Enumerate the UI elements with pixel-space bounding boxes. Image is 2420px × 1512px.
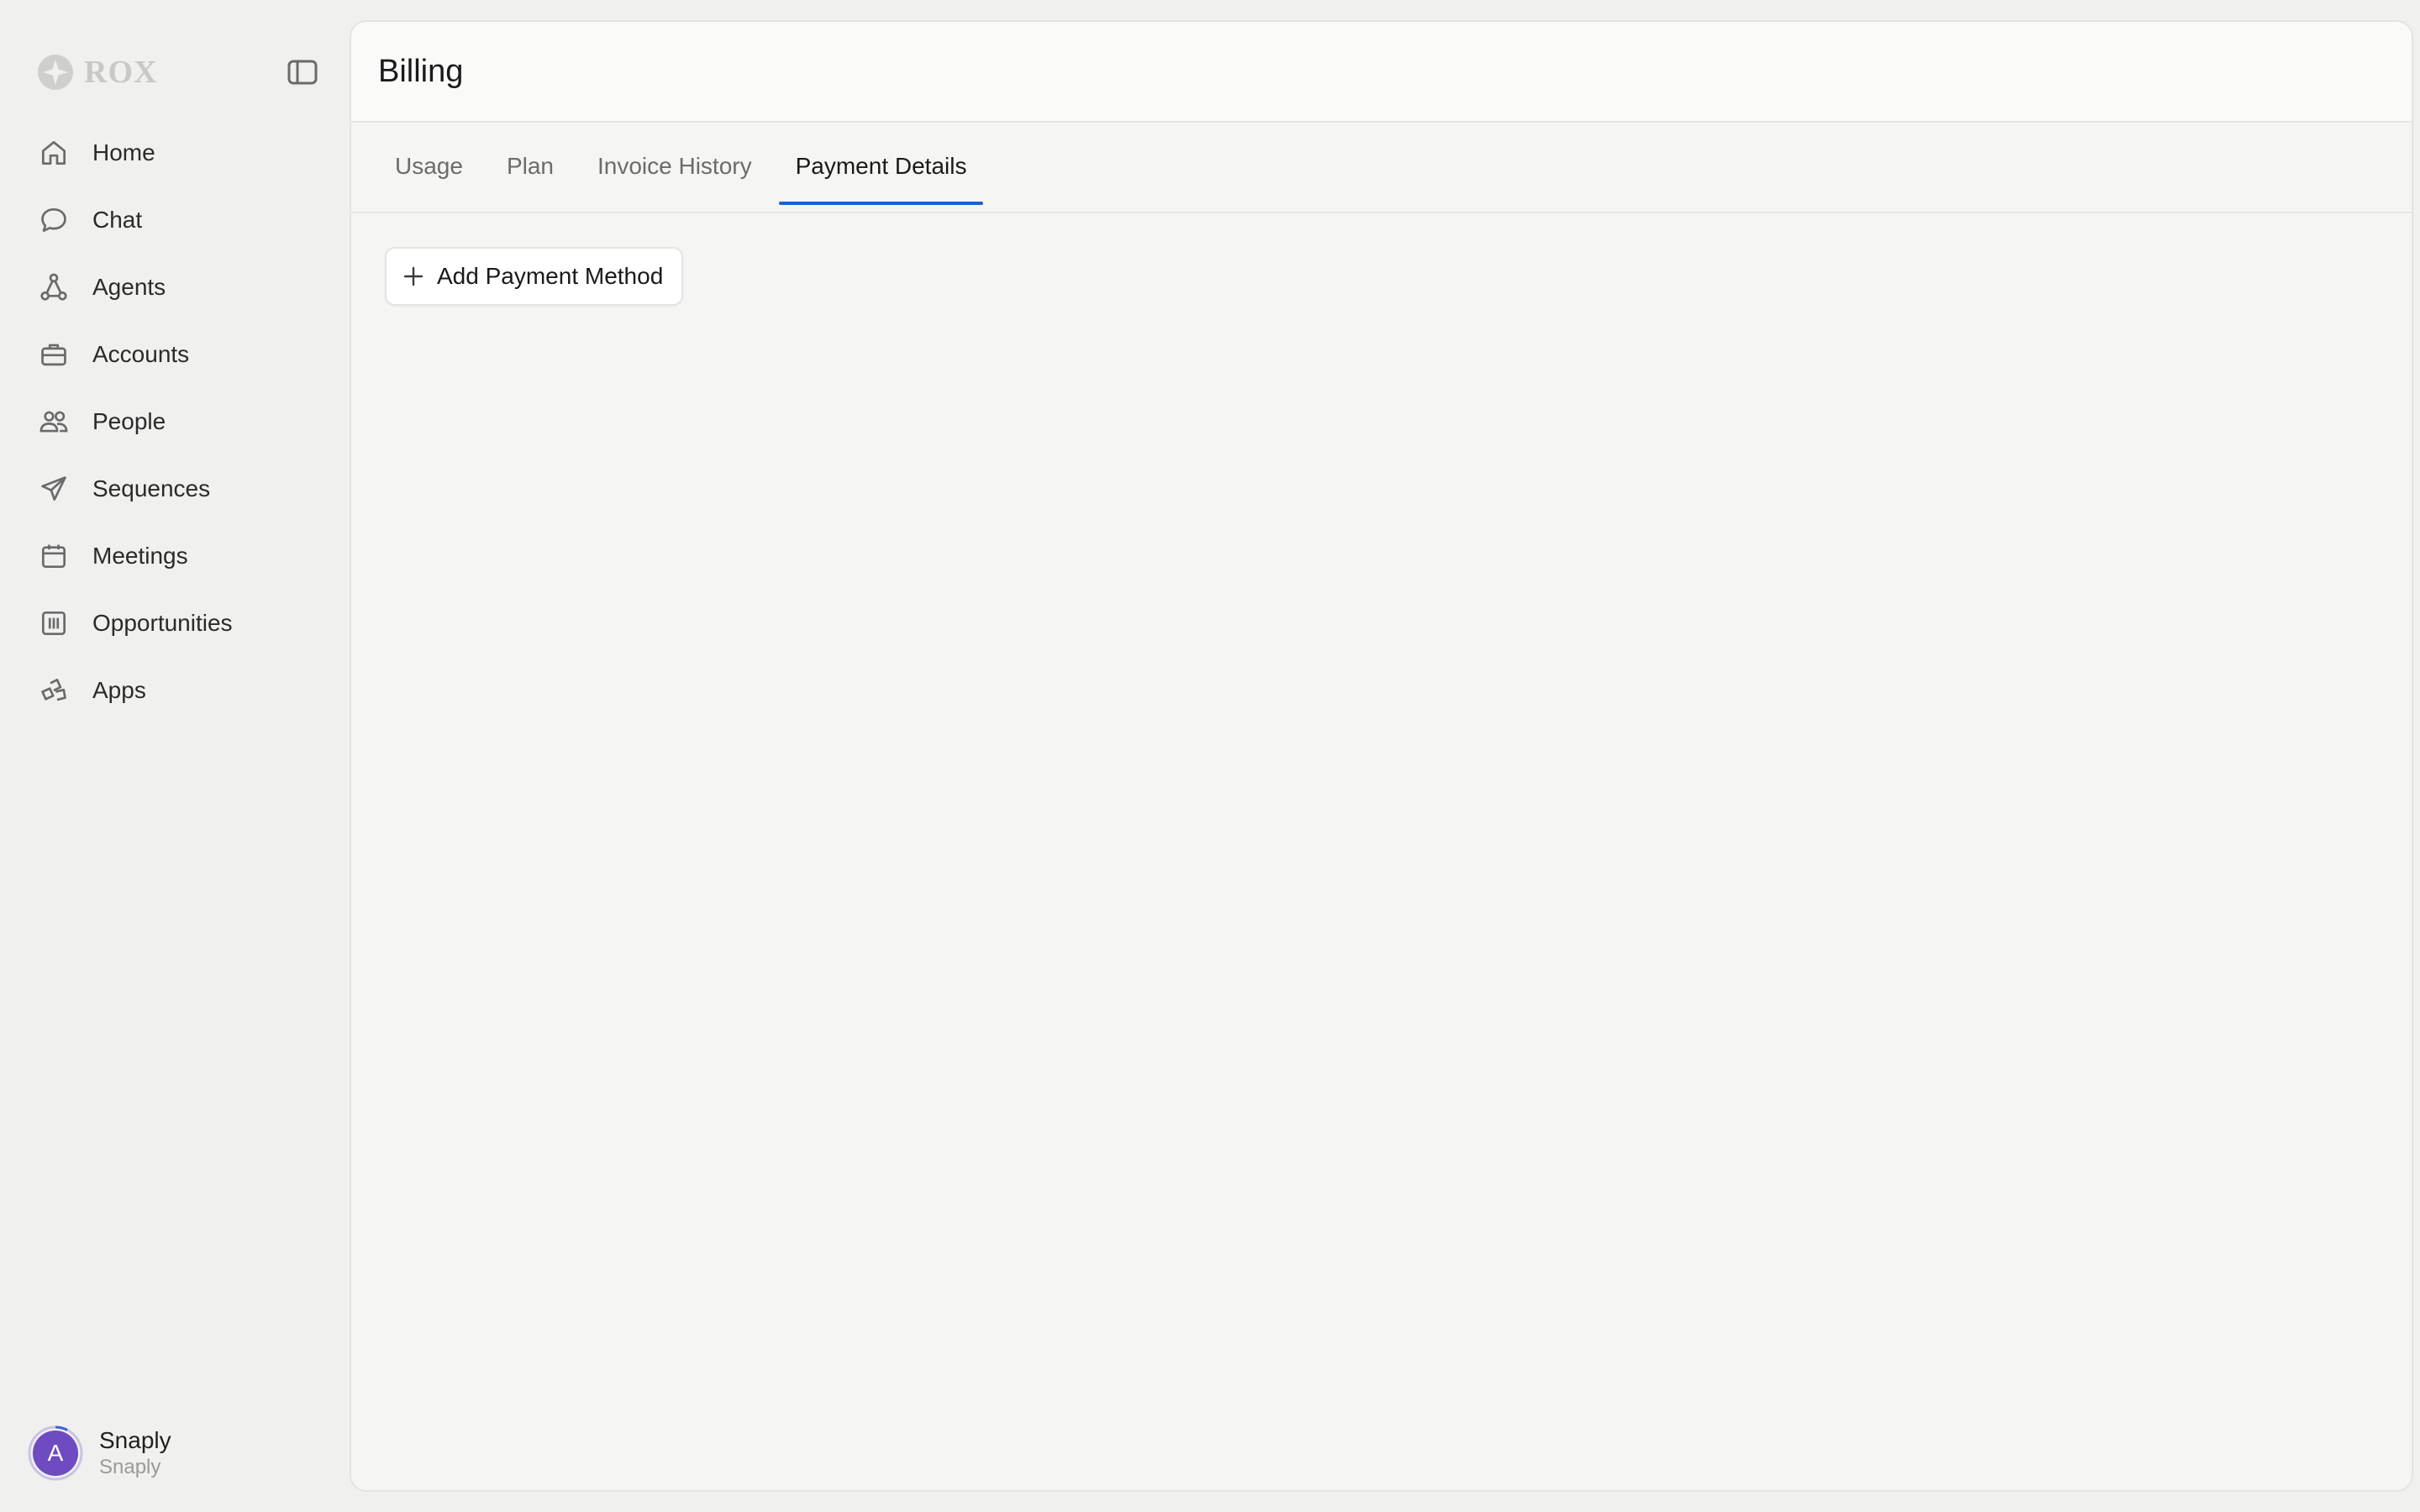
billing-tabs: Usage Plan Invoice History Payment Detai… [351,123,2412,213]
main-panel: Billing Usage Plan Invoice History Payme… [350,20,2413,1492]
avatar: A [27,1425,84,1482]
briefcase-icon [37,338,71,371]
sidebar-item-label: People [92,408,166,434]
user-org: Snaply [99,1456,161,1478]
kanban-icon [37,606,71,640]
sidebar-item-people[interactable]: People [20,391,333,452]
sidebar-item-label: Sequences [92,475,211,501]
sidebar-item-label: Chat [92,207,143,233]
sidebar-nav: Home Chat Agents Accounts People Sequenc… [20,123,333,727]
sidebar-item-sequences[interactable]: Sequences [20,459,333,519]
sidebar-toggle-button[interactable] [286,57,319,87]
sidebar: ROX Home Chat Agents Accounts People Seq… [0,0,350,1512]
payment-details-content: Add Payment Method [351,213,2412,339]
brand-logo[interactable]: ROX [37,54,157,91]
rox-logo-icon [38,55,73,90]
tab-invoice-history[interactable]: Invoice History [581,121,769,212]
tab-payment-details[interactable]: Payment Details [778,121,984,212]
agents-network-icon [37,270,71,304]
sidebar-item-meetings[interactable]: Meetings [20,526,333,586]
user-profile[interactable]: A Snaply Snaply [27,1425,171,1482]
add-payment-method-button[interactable]: Add Payment Method [385,247,684,306]
sidebar-item-chat[interactable]: Chat [20,190,333,250]
home-icon [37,136,71,170]
plus-icon [402,265,425,288]
tab-plan[interactable]: Plan [490,121,571,212]
sidebar-item-label: Apps [92,677,146,703]
sidebar-item-home[interactable]: Home [20,123,333,183]
paper-plane-icon [37,472,71,506]
add-payment-method-label: Add Payment Method [437,263,664,289]
page-header: Billing [351,22,2412,123]
sidebar-item-label: Agents [92,274,166,300]
avatar-initial: A [33,1431,78,1476]
sidebar-item-label: Accounts [92,341,190,367]
sidebar-toggle-icon [287,60,318,85]
calendar-icon [37,539,71,573]
sidebar-item-label: Meetings [92,543,188,569]
sidebar-item-apps[interactable]: Apps [20,660,333,721]
sidebar-item-label: Opportunities [92,610,233,636]
sidebar-item-accounts[interactable]: Accounts [20,324,333,385]
apps-icon [37,674,71,707]
brand-name: ROX [84,55,158,90]
people-icon [37,405,71,438]
sidebar-item-opportunities[interactable]: Opportunities [20,593,333,654]
chat-bubble-icon [37,203,71,237]
sidebar-item-label: Home [92,139,155,165]
user-name: Snaply [99,1427,171,1453]
tab-usage[interactable]: Usage [378,121,480,212]
sidebar-item-agents[interactable]: Agents [20,257,333,318]
page-title: Billing [378,53,464,89]
